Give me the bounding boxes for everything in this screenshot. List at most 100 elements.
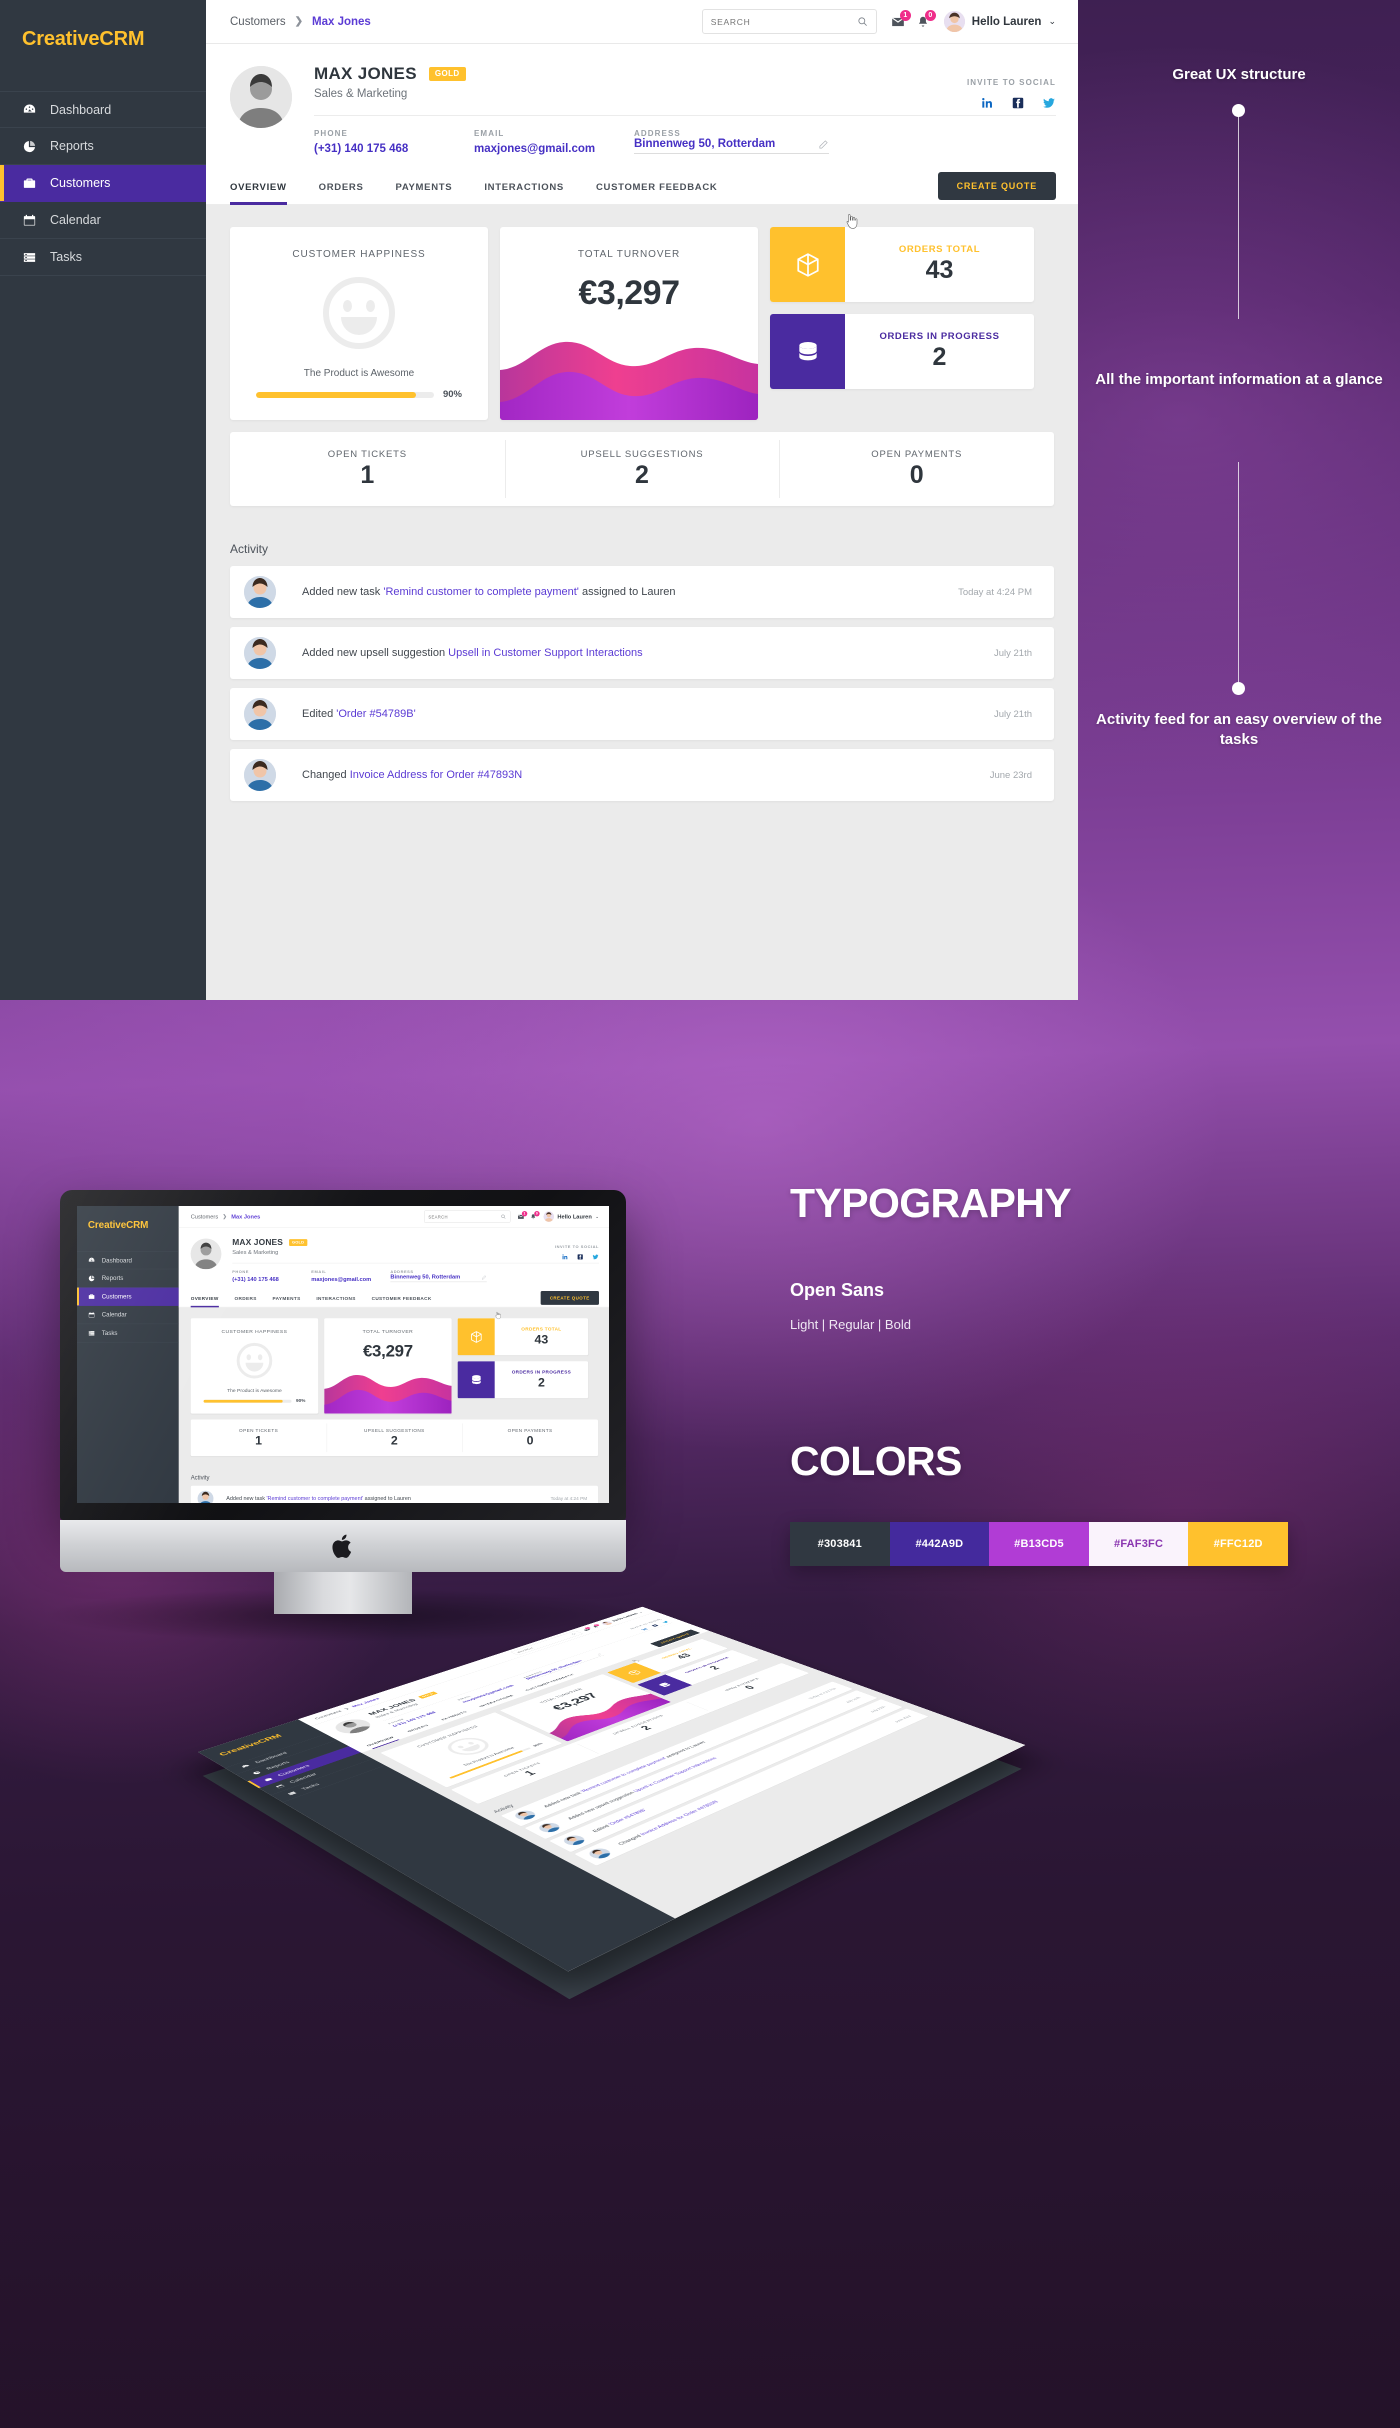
tab-interactions[interactable]: INTERACTIONS (484, 175, 564, 204)
activity-row[interactable]: Added new upsell suggestion Upsell in Cu… (230, 627, 1054, 679)
progress-fill (448, 1750, 524, 1779)
total-turnover-card: TOTAL TURNOVER €3,297 (324, 1318, 452, 1414)
email-label: EMAIL (311, 1269, 327, 1275)
activity-post (713, 1757, 718, 1759)
sidebar-item-dashboard[interactable]: Dashboard (0, 91, 206, 128)
activity-pre: Changed (302, 769, 350, 781)
stat-label: OPEN TICKETS (327, 448, 407, 460)
pencil-edit-icon[interactable] (818, 139, 829, 150)
search-box[interactable] (423, 1210, 511, 1223)
sidebar-item-customers[interactable]: Customers (247, 1746, 361, 1789)
sidebar-item-dashboard[interactable]: Dashboard (77, 1250, 179, 1270)
facebook-icon[interactable] (1011, 96, 1025, 110)
tab-customer-feedback[interactable]: CUSTOMER FEEDBACK (596, 175, 718, 204)
activity-link[interactable]: Invoice Address for Order #47893N (639, 1800, 720, 1836)
activity-link[interactable]: Upsell in Customer Support Interactions (632, 1757, 718, 1793)
orders-progress-label: ORDERS IN PROGRESS (879, 331, 1000, 342)
smiley-icon (236, 1342, 273, 1379)
activity-row[interactable]: Edited 'Order #54789B' July 21th (230, 688, 1054, 740)
address-input-line[interactable]: Binnenweg 50, Rotterdam (390, 1274, 487, 1283)
breadcrumb-root[interactable]: Customers (191, 1214, 218, 1220)
sidebar-item-reports[interactable]: Reports (0, 128, 206, 165)
search-input[interactable] (710, 16, 857, 27)
activity-link[interactable]: 'Remind customer to complete payment' (266, 1496, 363, 1502)
bell-icon[interactable]: 0 (916, 9, 936, 29)
sidebar-item-tasks[interactable]: Tasks (270, 1758, 386, 1803)
tab-customer-feedback[interactable]: CUSTOMER FEEDBACK (372, 1293, 432, 1307)
activity-link[interactable]: 'Remind customer to complete payment' (580, 1757, 668, 1793)
activity-link[interactable]: 'Order #54789B' (336, 708, 415, 720)
facebook-icon[interactable] (577, 1253, 584, 1260)
activity-link[interactable]: Invoice Address for Order #47893N (350, 769, 522, 781)
progress-percent: 90% (531, 1742, 545, 1748)
progress-fill (203, 1399, 283, 1403)
orders-progress-body: ORDERS IN PROGRESS 2 (845, 314, 1034, 389)
email-value[interactable]: maxjones@gmail.com (311, 1277, 390, 1283)
activity-pre: Changed (617, 1833, 645, 1846)
user-menu[interactable]: Hello Lauren ⌄ (543, 1211, 599, 1222)
twitter-icon[interactable] (592, 1253, 599, 1260)
create-quote-button[interactable]: CREATE QUOTE (937, 172, 1056, 200)
twitter-icon[interactable] (1042, 96, 1056, 110)
imac-bezel: CreativeCRM Dashboard Reports Customers … (60, 1190, 626, 1520)
tab-interactions[interactable]: INTERACTIONS (316, 1293, 355, 1307)
avatar (543, 1211, 554, 1222)
tab-payments[interactable]: PAYMENTS (272, 1293, 300, 1307)
social-links (967, 96, 1056, 110)
sidebar-item-customers[interactable]: Customers (0, 165, 206, 202)
main-area: Customers ❯ Max Jones 1 (206, 0, 1078, 1000)
activity-pre: Edited (591, 1823, 613, 1834)
activity-row[interactable]: Added new task 'Remind customer to compl… (230, 566, 1054, 618)
address-value[interactable]: Binnenweg 50, Rotterdam (634, 138, 818, 150)
calendar-icon (22, 213, 37, 228)
bell-icon[interactable]: 0 (530, 1210, 540, 1220)
perspective-stage: CreativeCRM Dashboard Reports Customers … (120, 1606, 1220, 2420)
tab-overview[interactable]: OVERVIEW (230, 175, 287, 205)
search-input[interactable] (428, 1214, 501, 1220)
sidebar-item-calendar[interactable]: Calendar (0, 202, 206, 239)
tab-overview[interactable]: OVERVIEW (190, 1293, 219, 1308)
activity-link[interactable]: 'Order #54789B' (607, 1808, 648, 1826)
bell-badge: 0 (534, 1210, 540, 1217)
search-icon[interactable] (857, 16, 868, 27)
search-icon[interactable] (501, 1214, 506, 1219)
email-value[interactable]: maxjones@gmail.com (474, 143, 634, 155)
sidebar-item-tasks[interactable]: Tasks (77, 1324, 179, 1343)
activity-row[interactable]: Added new task 'Remind customer to compl… (190, 1485, 598, 1503)
orders-total-body: ORDERS TOTAL 43 (845, 227, 1034, 302)
sidebar-item-reports[interactable]: Reports (77, 1269, 179, 1288)
activity-row[interactable]: Changed Invoice Address for Order #47893… (230, 749, 1054, 801)
create-quote-button[interactable]: CREATE QUOTE (540, 1291, 599, 1305)
sidebar-item-label: Calendar (101, 1311, 127, 1319)
stat-label: OPEN PAYMENTS (507, 1427, 553, 1434)
mail-icon[interactable]: 1 (582, 1626, 592, 1631)
user-menu[interactable]: Hello Lauren ⌄ (943, 11, 1056, 32)
sidebar-item-tasks[interactable]: Tasks (0, 239, 206, 276)
tab-payments[interactable]: PAYMENTS (396, 175, 453, 204)
activity-pre: Added new upsell suggestion (566, 1790, 638, 1821)
linkedin-icon[interactable] (980, 96, 994, 110)
phone-value[interactable]: (+31) 140 175 468 (232, 1277, 311, 1283)
tab-orders[interactable]: ORDERS (235, 1293, 257, 1307)
sidebar-item-customers[interactable]: Customers (77, 1287, 179, 1306)
sidebar-item-calendar[interactable]: Calendar (259, 1752, 373, 1796)
activity-link[interactable]: Upsell in Customer Support Interactions (448, 647, 642, 659)
activity-link[interactable]: 'Remind customer to complete payment' (383, 586, 579, 598)
tab-orders[interactable]: ORDERS (319, 175, 364, 204)
mail-icon[interactable]: 1 (891, 9, 911, 29)
breadcrumb-root[interactable]: Customers (230, 16, 286, 28)
search-box[interactable] (701, 9, 877, 34)
activity-post: assigned to Lauren (578, 586, 676, 598)
customer-avatar (230, 66, 292, 128)
mail-icon[interactable]: 1 (517, 1210, 528, 1220)
bell-icon[interactable]: 0 (591, 1623, 600, 1628)
typography-colors-section: TYPOGRAPHY Open Sans Light | Regular | B… (790, 1180, 1350, 1566)
mail-badge: 1 (521, 1210, 528, 1217)
sidebar-item-label: Dashboard (101, 1256, 132, 1264)
pencil-edit-icon[interactable] (481, 1274, 487, 1280)
linkedin-icon[interactable] (561, 1253, 568, 1260)
phone-value[interactable]: (+31) 140 175 468 (314, 143, 474, 155)
sidebar-item-calendar[interactable]: Calendar (77, 1306, 179, 1325)
address-input-line[interactable]: Binnenweg 50, Rotterdam (634, 138, 829, 154)
address-value[interactable]: Binnenweg 50, Rotterdam (390, 1274, 481, 1280)
